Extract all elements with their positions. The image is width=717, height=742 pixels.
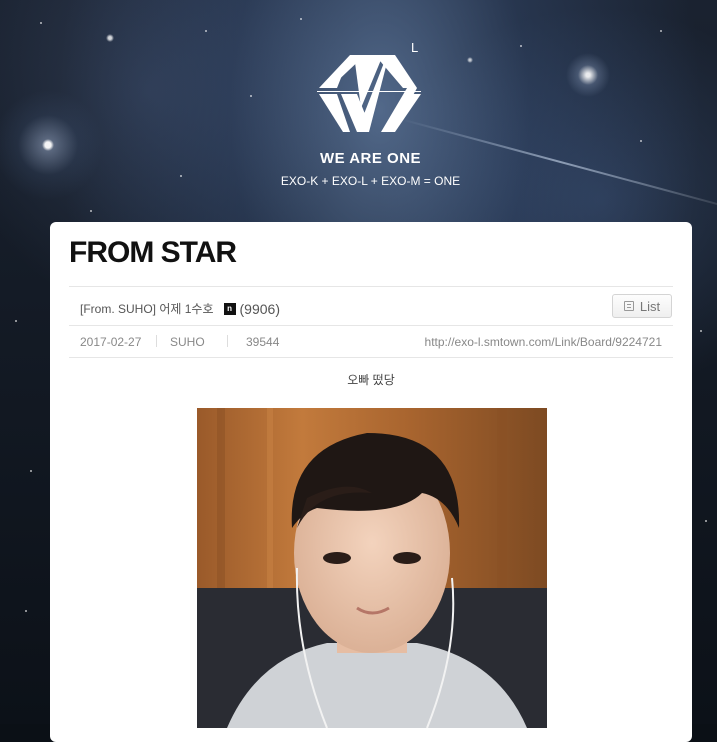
post-card: FROM STAR [From. SUHO] 어제 1수호 n (9906) L… [50,222,692,742]
exo-logo[interactable]: L [317,40,427,140]
sub-slogan: EXO-K + EXO-L + EXO-M = ONE [280,174,461,188]
post-date: 2017-02-27 [80,335,142,349]
post-title: [From. SUHO] 어제 1수호 [80,302,214,316]
logo-l-mark: L [411,40,419,55]
post-body: 오빠 떴당 [347,373,395,387]
post-author: SUHO [170,335,205,349]
hexagon-logo-icon [317,55,421,132]
divider [69,286,673,287]
list-icon [623,301,634,311]
meta-separator [227,335,228,347]
comment-count: (9906) [239,300,280,317]
post-views: 39544 [246,335,280,349]
divider [69,325,673,326]
post-photo [197,408,547,728]
board-title: FROM STAR [69,236,237,269]
meta-separator [156,335,157,347]
slogan: WE ARE ONE [319,150,422,167]
divider [69,357,673,358]
post-link[interactable]: http://exo-l.smtown.com/Link/Board/92247… [420,335,662,349]
new-badge-icon: n [223,302,236,315]
post-header: [From. SUHO] 어제 1수호 n (9906) [80,300,280,317]
selfie-photo [197,408,547,728]
list-button-label: List [639,298,661,314]
list-button[interactable]: List [612,294,672,318]
